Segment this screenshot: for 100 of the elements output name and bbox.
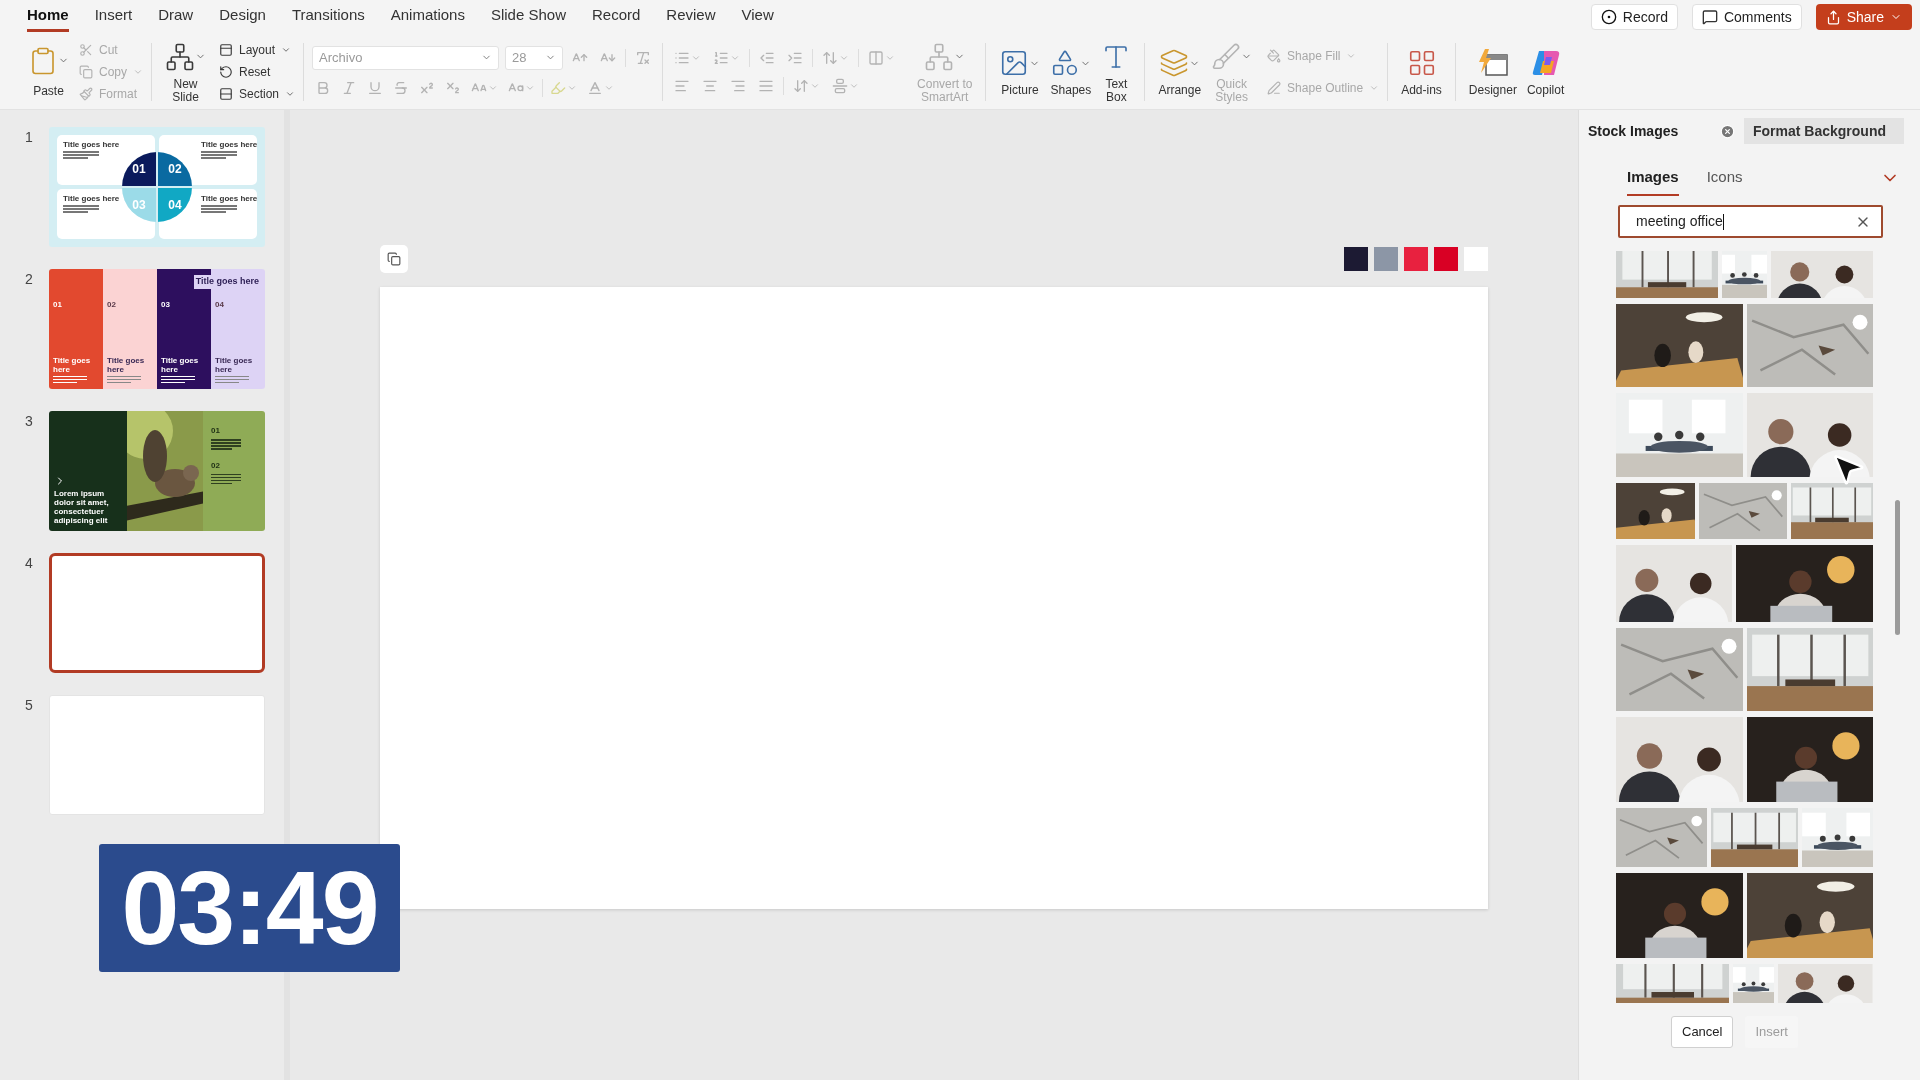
- item-number: 01: [211, 425, 221, 437]
- new-slide-button[interactable]: New Slide: [160, 39, 211, 104]
- clear-format-icon: [635, 49, 652, 66]
- ribbon-button[interactable]: Copilot: [1521, 46, 1570, 97]
- placeholder-text-lines: [201, 205, 237, 213]
- slide-title: Title goes here: [63, 194, 121, 203]
- placeholder-text-lines: [107, 375, 141, 383]
- menu-tab[interactable]: Transitions: [291, 2, 365, 32]
- numbered-list-icon: [713, 49, 730, 66]
- color-swatch[interactable]: [1434, 247, 1458, 271]
- reset-icon: [219, 64, 233, 79]
- column-title: Title goes here: [215, 355, 254, 374]
- slide-canvas[interactable]: [380, 287, 1488, 909]
- menu-tab[interactable]: Insert: [94, 2, 133, 32]
- paintbrush-icon: [79, 86, 93, 101]
- placeholder-text-lines: [63, 151, 99, 159]
- image-type-tab[interactable]: Images: [1627, 160, 1679, 196]
- slide-thumbnail[interactable]: Title goes here 01 Title goes here 02 Title goes here 03 Title goes here 04 Title goes here: [49, 269, 265, 389]
- align-text-icon: [832, 77, 849, 94]
- column-number: 02: [107, 299, 117, 311]
- line-spacing-icon: [822, 49, 839, 66]
- menu-tab[interactable]: Draw: [158, 2, 194, 32]
- placeholder-text-lines: [215, 375, 249, 383]
- scissors-icon: [79, 42, 93, 57]
- panel-button[interactable]: Cancel: [1671, 1016, 1734, 1048]
- placeholder-text-lines: [211, 439, 241, 450]
- slide-thumbnail[interactable]: Title goes here Title goes here Title goes here Title goes here 01 02 03 04: [49, 127, 265, 247]
- slide-tool[interactable]: Reset: [219, 62, 296, 81]
- quadrant-number: 01: [132, 161, 146, 178]
- menu-tab[interactable]: Record: [592, 2, 641, 32]
- ribbon-button[interactable]: Text Box: [1096, 39, 1137, 104]
- designer-toggle-button[interactable]: [380, 245, 408, 273]
- paste-button[interactable]: Paste: [28, 43, 69, 100]
- slide-tool[interactable]: Section: [219, 84, 296, 103]
- ribbon-button[interactable]: Arrange: [1153, 46, 1207, 97]
- overlap-icon: [387, 252, 401, 266]
- menu-tab[interactable]: Design: [219, 2, 266, 32]
- layers-icon: [1159, 48, 1190, 78]
- menu-tab[interactable]: Slide Show: [490, 2, 566, 32]
- share-button[interactable]: Share: [1815, 4, 1912, 30]
- diagram-icon: [924, 41, 955, 72]
- layout-icon: [219, 42, 233, 57]
- quadrant-number: 02: [168, 161, 182, 178]
- slide-title: Title goes here: [201, 140, 257, 149]
- font-color-icon: [587, 79, 604, 96]
- search-field[interactable]: meeting office: [1618, 205, 1883, 238]
- diagram-icon: [165, 41, 195, 72]
- slide-title: Title goes here: [201, 194, 257, 203]
- quadrant-number: 04: [168, 197, 182, 214]
- comment-icon: [1701, 9, 1718, 25]
- ribbon-button[interactable]: Add-ins: [1396, 46, 1447, 97]
- column-number: 01: [53, 299, 63, 311]
- slide-number: 5: [24, 696, 34, 715]
- placeholder-text-lines: [161, 375, 195, 383]
- placeholder-text-lines: [201, 151, 237, 159]
- slide-tool[interactable]: Layout: [219, 40, 296, 59]
- timer-text: 03:49: [121, 856, 378, 960]
- column-title: Title goes here: [161, 355, 200, 374]
- color-swatch[interactable]: [1374, 247, 1398, 271]
- column-title: Title goes here: [53, 355, 92, 374]
- lightning-window-icon: [1476, 47, 1509, 79]
- menu-tab[interactable]: Home: [27, 2, 69, 32]
- close-icon: [1720, 123, 1735, 139]
- underline-icon: [367, 79, 384, 96]
- column-number: 03: [161, 299, 171, 311]
- ribbon-button[interactable]: Shapes: [1045, 46, 1097, 97]
- ribbon-button[interactable]: Designer: [1463, 46, 1522, 97]
- image-type-tab[interactable]: Icons: [1706, 160, 1743, 196]
- menu-tab[interactable]: View: [741, 2, 774, 32]
- slide-number: 3: [24, 412, 34, 431]
- text-direction-icon: [793, 77, 810, 94]
- slide-thumbnail[interactable]: [49, 553, 265, 673]
- menu-tab[interactable]: Animations: [390, 2, 465, 32]
- menu-tab[interactable]: Review: [666, 2, 716, 32]
- brush-icon: [1211, 41, 1242, 72]
- slide-heading: Title goes here: [193, 275, 261, 289]
- record-icon: [1600, 9, 1617, 25]
- pen-icon: [1267, 80, 1282, 95]
- color-swatch[interactable]: [1344, 247, 1368, 271]
- slide-caption: Lorem ipsum dolor sit amet, consectetuer adipiscing elit: [54, 489, 110, 525]
- ribbon-button[interactable]: Picture: [994, 46, 1046, 97]
- highlighter-icon: [550, 79, 567, 96]
- record-button[interactable]: Record: [1590, 4, 1678, 30]
- strikethrough-icon: [393, 79, 410, 96]
- slide-thumbnail[interactable]: Lorem ipsum dolor sit amet, consectetuer adipiscing elit 01 02: [49, 411, 265, 531]
- columns-icon: [868, 49, 885, 66]
- share-icon: [1825, 9, 1841, 25]
- column-title: Title goes here: [107, 355, 146, 374]
- scrollbar[interactable]: [1895, 500, 1900, 635]
- paint-bucket-icon: [1267, 48, 1282, 63]
- comments-button[interactable]: Comments: [1691, 4, 1802, 30]
- panel-tab[interactable]: Format Background: [1744, 118, 1904, 144]
- slide-title: Title goes here: [63, 140, 121, 149]
- item-number: 02: [211, 459, 221, 472]
- column-number: 04: [215, 299, 225, 311]
- slide-number: 2: [24, 270, 34, 289]
- slide-number: 1: [24, 128, 34, 147]
- color-swatch[interactable]: [1404, 247, 1428, 271]
- section-icon: [219, 86, 233, 101]
- quadrant-number: 03: [132, 197, 146, 214]
